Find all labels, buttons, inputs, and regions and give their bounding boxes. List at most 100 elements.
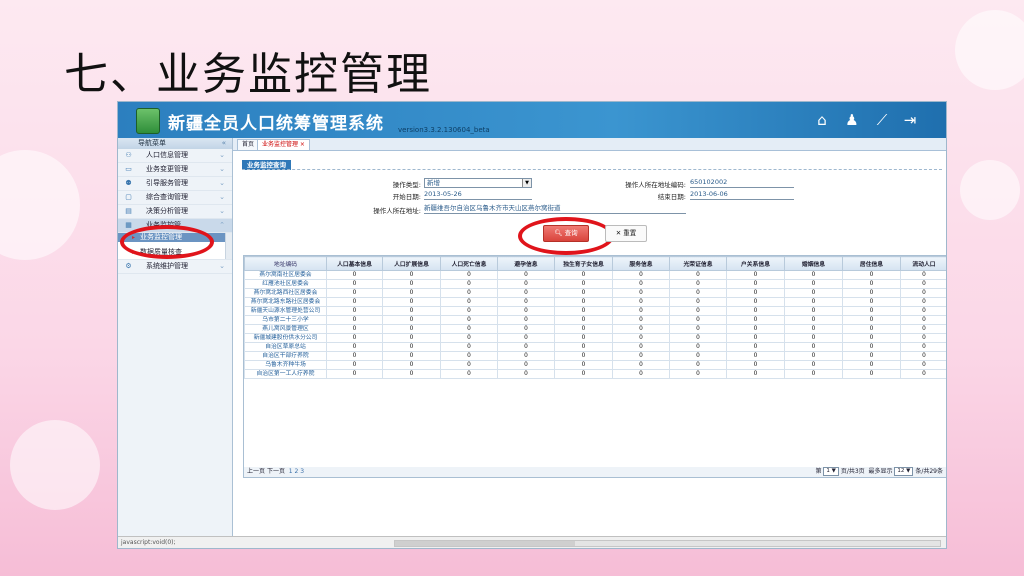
max-label: 最多显示 [868, 468, 893, 475]
home-icon[interactable]: ⌂ [812, 111, 832, 129]
tools-icon[interactable]: ⟋ [872, 111, 892, 129]
column-header[interactable]: 人口死亡信息 [440, 256, 498, 271]
count-cell: 0 [554, 297, 613, 307]
count-cell: 0 [842, 288, 901, 298]
chevron-down-icon: ⌄ [219, 165, 225, 173]
count-cell: 0 [440, 297, 498, 307]
column-header[interactable]: 人口扩展信息 [382, 256, 441, 271]
table-row[interactable]: 燕尔窝北路东路社区居委会 0 0 0 0 0 0 0 0 0 0 0 [244, 297, 946, 307]
count-cell: 0 [440, 333, 498, 343]
query-button[interactable]: 🔍︎ 查询 [543, 225, 589, 242]
blossom-decoration [0, 150, 80, 260]
sidebar-item-analysis[interactable]: ▤ 决策分析管理 ⌄ [118, 205, 232, 219]
query-button-label: 查询 [564, 229, 578, 237]
page-size-select[interactable]: 12 ▼ [894, 467, 914, 476]
logout-icon[interactable]: ⇥ [900, 111, 920, 129]
chevron-down-icon[interactable]: ▼ [522, 179, 531, 187]
page-numbers[interactable]: 1 2 3 [289, 468, 304, 475]
address-label: 操作人所在地址: [373, 207, 421, 215]
scrollbar-thumb[interactable] [395, 541, 575, 546]
total-rows: 条/共29条 [915, 468, 943, 475]
count-cell: 0 [669, 360, 727, 370]
address-field[interactable]: 新疆维吾尔自治区乌鲁木齐市天山区燕尔窝街道 [424, 204, 686, 214]
sidebar-item-population[interactable]: ⚇ 人口信息管理 ⌄ [118, 149, 232, 163]
addr-code-field[interactable]: 650102002 [690, 178, 794, 188]
app-window: 新疆全员人口统筹管理系统 version3.3.2.130604_beta ⌂ … [117, 101, 947, 549]
count-cell: 0 [326, 324, 383, 334]
column-header[interactable]: 独生育子女信息 [554, 256, 613, 271]
count-cell: 0 [326, 288, 383, 298]
table-row[interactable]: 燕尔窝南社区居委会 0 0 0 0 0 0 0 0 0 0 0 [244, 270, 946, 280]
table-row[interactable]: 乌市第二十三小学 0 0 0 0 0 0 0 0 0 0 0 [244, 315, 946, 325]
table-row[interactable]: 新疆城建股份供水分公司 0 0 0 0 0 0 0 0 0 0 0 [244, 333, 946, 343]
address-cell: 燕儿窝风景管理区 [244, 324, 327, 334]
count-cell: 0 [784, 360, 843, 370]
people-icon: ⚇ [125, 151, 132, 159]
column-header[interactable]: 婚姻信息 [784, 256, 843, 271]
sidebar-item-guide-service[interactable]: ⚉ 引导服务管理 ⌄ [118, 177, 232, 191]
column-header[interactable]: 户关系信息 [726, 256, 785, 271]
count-cell: 0 [784, 306, 843, 316]
column-header[interactable]: 避孕信息 [497, 256, 555, 271]
page-select[interactable]: 1 ▼ [823, 467, 839, 476]
column-header[interactable]: 光荣证信息 [669, 256, 727, 271]
count-cell: 0 [612, 288, 670, 298]
sidebar-item-label: 引导服务管理 [146, 179, 188, 187]
address-cell: 新疆城建股份供水分公司 [244, 333, 327, 343]
pagination-bar: 上一页 下一页 1 2 3 第 1 ▼ 页/共3页 最多显示 12 ▼ 条/共2… [243, 467, 946, 478]
page-select-value: 1 [826, 468, 830, 474]
count-cell: 0 [612, 333, 670, 343]
count-cell: 0 [497, 333, 555, 343]
count-cell: 0 [842, 306, 901, 316]
prev-page-link[interactable]: 上一页 [247, 468, 265, 475]
table-row[interactable]: 燕尔窝北路西社区居委会 0 0 0 0 0 0 0 0 0 0 0 [244, 288, 946, 298]
app-version: version3.3.2.130604_beta [398, 126, 490, 134]
column-header[interactable]: 人口基本信息 [326, 256, 383, 271]
bell-icon[interactable]: ♟ [842, 111, 862, 129]
column-header[interactable]: 居住信息 [842, 256, 901, 271]
column-header[interactable]: 地址编码 [244, 256, 327, 271]
table-row[interactable]: 自治区干部疗养院 0 0 0 0 0 0 0 0 0 0 0 [244, 351, 946, 361]
column-header[interactable]: 流动人口 [900, 256, 946, 271]
count-cell: 0 [440, 288, 498, 298]
sidebar-item-system[interactable]: ⚙ 系统维护管理 ⌄ [118, 260, 232, 274]
table-row[interactable]: 自治区草原总站 0 0 0 0 0 0 0 0 0 0 0 [244, 342, 946, 352]
horizontal-scrollbar[interactable] [394, 540, 941, 547]
count-cell: 0 [612, 297, 670, 307]
count-cell: 0 [497, 324, 555, 334]
next-page-link[interactable]: 下一页 [267, 468, 285, 475]
table-row[interactable]: 自治区第一工人疗养院 0 0 0 0 0 0 0 0 0 0 0 [244, 369, 946, 379]
sidebar-item-business-change[interactable]: ▭ 业务变更管理 ⌄ [118, 163, 232, 177]
table-row[interactable]: 红雁池社区居委会 0 0 0 0 0 0 0 0 0 0 0 [244, 279, 946, 289]
count-cell: 0 [326, 315, 383, 325]
count-cell: 0 [900, 306, 946, 316]
count-cell: 0 [784, 333, 843, 343]
window-icon: ▢ [125, 193, 132, 201]
count-cell: 0 [842, 333, 901, 343]
count-cell: 0 [326, 297, 383, 307]
table-row[interactable]: 乌鲁木齐种牛场 0 0 0 0 0 0 0 0 0 0 0 [244, 360, 946, 370]
op-type-select[interactable]: 新增 ▼ [424, 178, 532, 188]
end-date-field[interactable]: 2013-06-06 [690, 190, 794, 200]
count-cell: 0 [554, 360, 613, 370]
tab-monitor[interactable]: 业务监控管理 × [257, 139, 310, 150]
sidebar-header-label: 导航菜单 [138, 139, 166, 147]
sidebar-item-query[interactable]: ▢ 综合查询管理 ⌄ [118, 191, 232, 205]
count-cell: 0 [669, 270, 727, 280]
count-cell: 0 [326, 306, 383, 316]
table-row[interactable]: 燕儿窝风景管理区 0 0 0 0 0 0 0 0 0 0 0 [244, 324, 946, 334]
address-cell: 燕尔窝北路西社区居委会 [244, 288, 327, 298]
count-cell: 0 [784, 315, 843, 325]
tab-home[interactable]: 首页 [237, 139, 260, 150]
column-header[interactable]: 服务信息 [612, 256, 670, 271]
count-cell: 0 [382, 279, 441, 289]
chevron-icon[interactable]: « [222, 138, 226, 149]
main-content: 首页 业务监控管理 × 业务监控查询 操作类型: 新增 ▼ 操作人所在地址编码: … [233, 138, 946, 536]
count-cell: 0 [726, 288, 785, 298]
start-date-field[interactable]: 2013-05-26 [424, 190, 532, 200]
table-row[interactable]: 新疆天山源水管理处营公司 0 0 0 0 0 0 0 0 0 0 0 [244, 306, 946, 316]
submenu-scrollbar[interactable] [225, 233, 232, 259]
count-cell: 0 [726, 279, 785, 289]
count-cell: 0 [900, 351, 946, 361]
reset-button[interactable]: ✕ 重置 [605, 225, 647, 242]
